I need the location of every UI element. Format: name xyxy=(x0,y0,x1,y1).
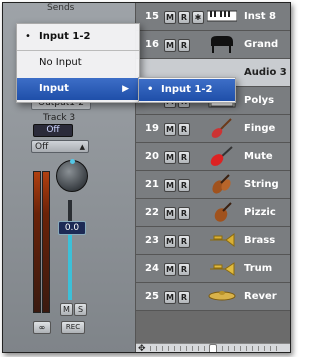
track-name: Rever xyxy=(244,291,277,302)
pan-knob[interactable] xyxy=(56,160,88,192)
track-record-button[interactable]: R xyxy=(178,39,190,52)
track-mute-button[interactable]: M xyxy=(164,263,176,276)
bass-guitar-icon xyxy=(206,117,238,139)
submenu-item-input-1-2[interactable]: • Input 1-2 xyxy=(139,79,235,101)
track-record-button[interactable]: R xyxy=(178,179,190,192)
horizontal-scrollbar[interactable]: ✥ xyxy=(136,343,290,352)
track-mute-button[interactable]: M xyxy=(164,123,176,136)
pan-indicator-dot xyxy=(70,159,75,164)
track-mute-button[interactable]: M xyxy=(164,291,176,304)
violin-icon xyxy=(206,201,238,223)
cymbal-icon xyxy=(206,285,238,307)
move-cross-icon[interactable]: ✥ xyxy=(138,344,146,352)
track-number: 16 xyxy=(145,39,159,50)
track-row[interactable]: 22 M R Pizzic xyxy=(136,199,290,227)
scroll-thumb[interactable] xyxy=(209,344,217,352)
track-record-button[interactable]: R xyxy=(178,207,190,220)
track-number: 20 xyxy=(145,151,159,162)
keyboard-icon xyxy=(206,5,238,27)
track-name: Audio 3 xyxy=(244,67,287,78)
violin-icon xyxy=(206,173,238,195)
solo-button[interactable]: S xyxy=(74,303,87,316)
volume-fader-fill xyxy=(68,235,72,300)
track-number: 15 xyxy=(145,11,159,22)
track-row[interactable]: 19 M R Finge xyxy=(136,115,290,143)
automation-mode-select[interactable]: Off ▲ xyxy=(31,140,89,153)
grand-piano-icon xyxy=(206,33,238,55)
track-row[interactable]: 24 M R Trum xyxy=(136,255,290,283)
track-number: 22 xyxy=(145,207,159,218)
link-button[interactable]: ∞ xyxy=(33,321,51,334)
track-mute-button[interactable]: M xyxy=(164,207,176,220)
track-name: Brass xyxy=(244,235,276,246)
track-mute-button[interactable]: M xyxy=(164,11,176,24)
track-name: Track 3 xyxy=(43,113,76,123)
menu-item-label: Input 1-2 xyxy=(39,31,91,42)
track-name: String xyxy=(244,179,279,190)
menu-divider xyxy=(17,50,139,51)
track-name: Pizzic xyxy=(244,207,276,218)
track-number: 21 xyxy=(145,179,159,190)
automation-mode-value: Off xyxy=(35,142,49,152)
menu-item-label: Input 1-2 xyxy=(161,84,213,95)
menu-item-label: Input xyxy=(39,83,69,94)
track-name: Grand xyxy=(244,39,279,50)
track-mute-button[interactable]: M xyxy=(164,235,176,248)
menu-item-input-submenu[interactable]: Input ▶ xyxy=(17,78,139,100)
menu-item-no-input[interactable]: No Input xyxy=(17,52,139,74)
menu-item-input-1-2[interactable]: • Input 1-2 xyxy=(17,26,139,48)
track-record-button[interactable]: R xyxy=(178,151,190,164)
level-meter-right xyxy=(42,171,50,313)
volume-fader-value[interactable]: 0.0 xyxy=(58,221,86,235)
updown-arrows-icon: ▲ xyxy=(79,143,85,151)
track-record-button[interactable]: R xyxy=(178,11,190,24)
logic-window: Sends Output1-2 Track 3 Off Off ▲ 0.0 M … xyxy=(2,2,291,353)
track-record-button[interactable]: R xyxy=(178,235,190,248)
track-freeze-button[interactable]: ✱ xyxy=(192,11,204,24)
checkmark-bullet-icon: • xyxy=(25,31,31,42)
electric-guitar-icon xyxy=(206,145,238,167)
trumpet-icon xyxy=(206,257,238,279)
track-row[interactable]: 25 M R Rever xyxy=(136,283,290,311)
track-name: Inst 8 xyxy=(244,11,277,22)
mute-button[interactable]: M xyxy=(60,303,73,316)
track-row[interactable]: 23 M R Brass xyxy=(136,227,290,255)
track-name: Finge xyxy=(244,123,276,134)
track-record-button[interactable]: R xyxy=(178,291,190,304)
track-name: Polys xyxy=(244,95,275,106)
track-number: 23 xyxy=(145,235,159,246)
track-number: 24 xyxy=(145,263,159,274)
track-mute-button[interactable]: M xyxy=(164,151,176,164)
track-record-button[interactable]: R xyxy=(178,123,190,136)
track-name: Mute xyxy=(244,151,273,162)
track-list: 15 M R ✱ Inst 8 16 M R Grand Audio 3 18 … xyxy=(136,3,290,343)
automation-display: Off xyxy=(33,124,73,137)
track-number: 25 xyxy=(145,291,159,302)
track-mute-button[interactable]: M xyxy=(164,39,176,52)
track-name: Trum xyxy=(244,263,273,274)
checkmark-bullet-icon: • xyxy=(147,84,154,95)
trumpet-icon xyxy=(206,229,238,251)
track-mute-button[interactable]: M xyxy=(164,179,176,192)
track-number: 19 xyxy=(145,123,159,134)
track-row[interactable]: 16 M R Grand xyxy=(136,31,290,59)
level-meter-left xyxy=(33,171,41,313)
track-row[interactable]: 20 M R Mute xyxy=(136,143,290,171)
menu-item-label: No Input xyxy=(39,57,82,68)
submenu-arrow-icon: ▶ xyxy=(122,84,129,94)
input-submenu: • Input 1-2 xyxy=(138,77,236,103)
sends-label: Sends xyxy=(47,3,75,13)
input-popup-menu: • Input 1-2 No Input Input ▶ xyxy=(16,23,140,103)
track-row[interactable]: 21 M R String xyxy=(136,171,290,199)
track-record-button[interactable]: R xyxy=(178,263,190,276)
track-row[interactable]: 15 M R ✱ Inst 8 xyxy=(136,3,290,31)
record-button[interactable]: REC xyxy=(61,321,85,334)
